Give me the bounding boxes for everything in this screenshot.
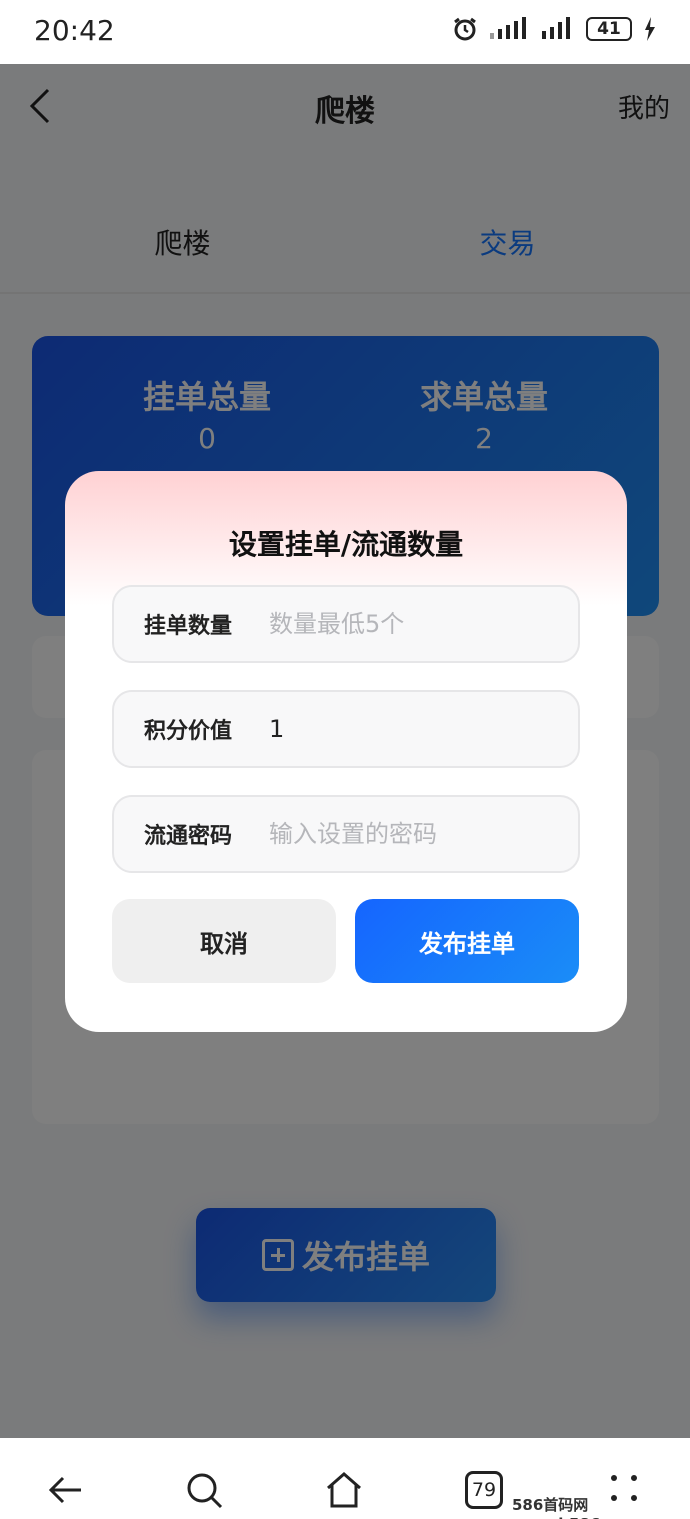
alarm-icon <box>454 17 476 41</box>
signal-icon-1 <box>490 17 526 39</box>
password-input[interactable] <box>269 820 559 848</box>
field-label: 流通密码 <box>144 824 233 849</box>
watermark: 586首码网 www.h586.com <box>512 1496 641 1519</box>
status-bar: 20:42 41 <box>0 0 690 64</box>
password-field: 流通密码 <box>112 795 580 873</box>
field-label: 积分价值 <box>144 719 233 744</box>
confirm-publish-button[interactable]: 发布挂单 <box>355 899 579 983</box>
charging-icon <box>645 17 655 41</box>
points-value-input[interactable] <box>269 715 559 743</box>
app-content: 爬楼 我的 爬楼 交易 挂单总量 0 求单总量 2 发布挂单 设置挂单/流通数量… <box>0 64 690 1438</box>
quantity-input[interactable] <box>269 610 559 638</box>
battery-icon: 41 <box>586 17 632 41</box>
cancel-button[interactable]: 取消 <box>112 899 336 983</box>
dialog-title: 设置挂单/流通数量 <box>228 528 464 561</box>
status-icons: 41 <box>452 16 656 42</box>
search-icon[interactable] <box>184 1470 224 1510</box>
home-icon[interactable] <box>324 1470 364 1510</box>
quantity-field: 挂单数量 <box>112 585 580 663</box>
back-icon[interactable] <box>45 1470 85 1510</box>
signal-icon-2 <box>542 17 570 39</box>
points-value-field: 积分价值 <box>112 690 580 768</box>
listing-dialog: 设置挂单/流通数量 挂单数量 积分价值 流通密码 取消 发布挂单 <box>65 471 627 1032</box>
tab-count-button[interactable]: 79 <box>465 1471 503 1509</box>
status-time: 20:42 <box>34 14 115 47</box>
field-label: 挂单数量 <box>144 614 233 639</box>
